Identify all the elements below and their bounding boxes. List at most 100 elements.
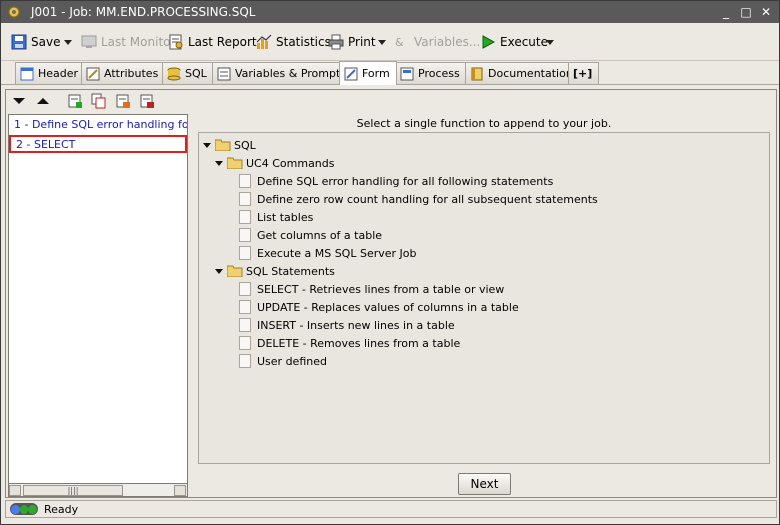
tree-leaf-label: List tables	[257, 210, 314, 224]
delete-item-icon[interactable]	[139, 93, 155, 109]
tree-leaf[interactable]: Define SQL error handling for all follow…	[239, 173, 553, 189]
folder-open-icon	[227, 265, 243, 277]
tree-leaf-label: Execute a MS SQL Server Job	[257, 246, 417, 260]
status-light	[19, 504, 29, 514]
status-lights-icon	[10, 503, 38, 515]
title-bar: J001 - Job: MM.END.PROCESSING.SQL _ □ ✕	[1, 1, 779, 23]
tab-sql[interactable]: SQL	[162, 62, 214, 84]
tab-attributes[interactable]: Attributes	[81, 62, 166, 84]
tree-node-sql[interactable]: SQL	[203, 137, 256, 153]
leaf-node-icon	[239, 282, 251, 296]
print-button[interactable]: Print	[328, 31, 376, 53]
last-monitor-button[interactable]: Last Monitor	[81, 31, 175, 53]
print-label: Print	[348, 35, 376, 49]
tab-attributes-label: Attributes	[104, 67, 159, 80]
next-button[interactable]: Next	[458, 473, 511, 495]
tab-header[interactable]: Header	[15, 62, 86, 84]
scroll-right-icon[interactable]	[174, 485, 186, 496]
tree-leaf-label: UPDATE - Replaces values of columns in a…	[257, 300, 519, 314]
tab-variables-prompts[interactable]: Variables & Prompts	[212, 62, 354, 84]
leaf-node-icon	[239, 192, 251, 206]
tree-leaf[interactable]: Execute a MS SQL Server Job	[239, 245, 416, 261]
attributes-icon	[86, 67, 100, 80]
tree-leaf-label: SELECT - Retrieves lines from a table or…	[257, 282, 505, 296]
tree-leaf[interactable]: UPDATE - Replaces values of columns in a…	[239, 299, 519, 315]
tree-leaf[interactable]: SELECT - Retrieves lines from a table or…	[239, 281, 504, 297]
play-icon	[482, 35, 496, 49]
statistics-button[interactable]: Statistics	[256, 31, 331, 53]
horizontal-scrollbar[interactable]: ||||	[8, 483, 188, 497]
leaf-node-icon	[239, 210, 251, 224]
list-item[interactable]: 1 - Define SQL error handling for all	[9, 117, 187, 135]
database-icon	[167, 67, 181, 80]
panel-splitter[interactable]	[188, 114, 196, 497]
variables-prompts-icon	[217, 67, 231, 80]
expand-icon[interactable]	[203, 142, 211, 148]
tab-add[interactable]: [+]	[568, 62, 600, 84]
variables-button[interactable]: & Variables...	[394, 31, 480, 53]
tree-leaf[interactable]: Define zero row count handling for all s…	[239, 191, 598, 207]
tree-leaf-label: Get columns of a table	[257, 228, 383, 242]
tree-leaf[interactable]: Get columns of a table	[239, 227, 382, 243]
tree-leaf-label: Define SQL error handling for all follow…	[257, 174, 554, 188]
list-item-selected[interactable]: 2 - SELECT	[9, 135, 187, 153]
save-dropdown-icon[interactable]	[64, 40, 72, 45]
print-dropdown-icon[interactable]	[378, 40, 386, 45]
scroll-left-icon[interactable]	[9, 485, 21, 496]
minimize-button[interactable]: _	[719, 5, 733, 19]
execute-dropdown-icon[interactable]	[546, 40, 554, 45]
tree-node-label: SQL	[234, 138, 256, 152]
maximize-button[interactable]: □	[739, 5, 753, 19]
scroll-thumb[interactable]: ||||	[23, 485, 123, 496]
last-monitor-label: Last Monitor	[101, 35, 176, 49]
duplicate-icon[interactable]	[91, 93, 107, 109]
tree-leaf[interactable]: List tables	[239, 209, 313, 225]
execute-button[interactable]: Execute	[480, 31, 548, 53]
printer-icon	[328, 34, 344, 50]
tab-documentation-label: Documentation	[488, 67, 573, 80]
tree-leaf[interactable]: INSERT - Inserts new lines in a table	[239, 317, 455, 333]
tab-sql-label: SQL	[185, 67, 207, 80]
main-toolbar: Save Last Monitor Last Report Statistics…	[1, 23, 779, 61]
move-up-icon[interactable]	[35, 93, 51, 109]
tree-node-label: SQL Statements	[246, 264, 335, 278]
status-text: Ready	[44, 502, 79, 516]
function-list: 1 - Define SQL error handling for all 2 …	[8, 114, 188, 484]
tree-node-label: UC4 Commands	[246, 156, 335, 170]
save-button[interactable]: Save	[11, 31, 60, 53]
last-report-button[interactable]: Last Report	[168, 31, 257, 53]
tree-leaf[interactable]: DELETE - Removes lines from a table	[239, 335, 460, 351]
window-title: J001 - Job: MM.END.PROCESSING.SQL	[31, 5, 256, 19]
expand-icon[interactable]	[215, 268, 223, 274]
header-icon	[20, 67, 34, 80]
tab-process[interactable]: Process	[395, 62, 467, 84]
edit-item-icon[interactable]	[115, 93, 131, 109]
form-editor: 1 - Define SQL error handling for all 2 …	[5, 89, 777, 498]
process-icon	[400, 67, 414, 80]
status-bar: Ready	[5, 500, 777, 518]
report-icon	[169, 34, 183, 50]
floppy-disk-icon	[11, 34, 27, 50]
tree-leaf[interactable]: User defined	[239, 353, 327, 369]
form-icon	[344, 67, 358, 80]
tree-leaf-label: DELETE - Removes lines from a table	[257, 336, 461, 350]
tree-node-uc4-commands[interactable]: UC4 Commands	[215, 155, 335, 171]
last-report-label: Last Report	[188, 35, 257, 49]
svg-text:&: &	[395, 36, 404, 49]
tree-node-sql-statements[interactable]: SQL Statements	[215, 263, 335, 279]
tab-form[interactable]: Form	[339, 61, 397, 85]
tab-header-label: Header	[38, 67, 79, 80]
add-item-icon[interactable]	[67, 93, 83, 109]
tab-documentation[interactable]: Documentation	[465, 62, 580, 84]
close-button[interactable]: ✕	[759, 5, 773, 19]
move-down-icon[interactable]	[11, 93, 27, 109]
variables-label: Variables...	[414, 35, 481, 49]
leaf-node-icon	[239, 228, 251, 242]
save-label: Save	[31, 35, 61, 49]
list-item-label: 2 - SELECT	[16, 138, 76, 151]
job-editor-window: J001 - Job: MM.END.PROCESSING.SQL _ □ ✕ …	[0, 0, 780, 525]
expand-icon[interactable]	[215, 160, 223, 166]
list-toolbar	[6, 90, 188, 112]
status-light	[28, 504, 38, 514]
tree-leaf-label: User defined	[257, 354, 327, 368]
